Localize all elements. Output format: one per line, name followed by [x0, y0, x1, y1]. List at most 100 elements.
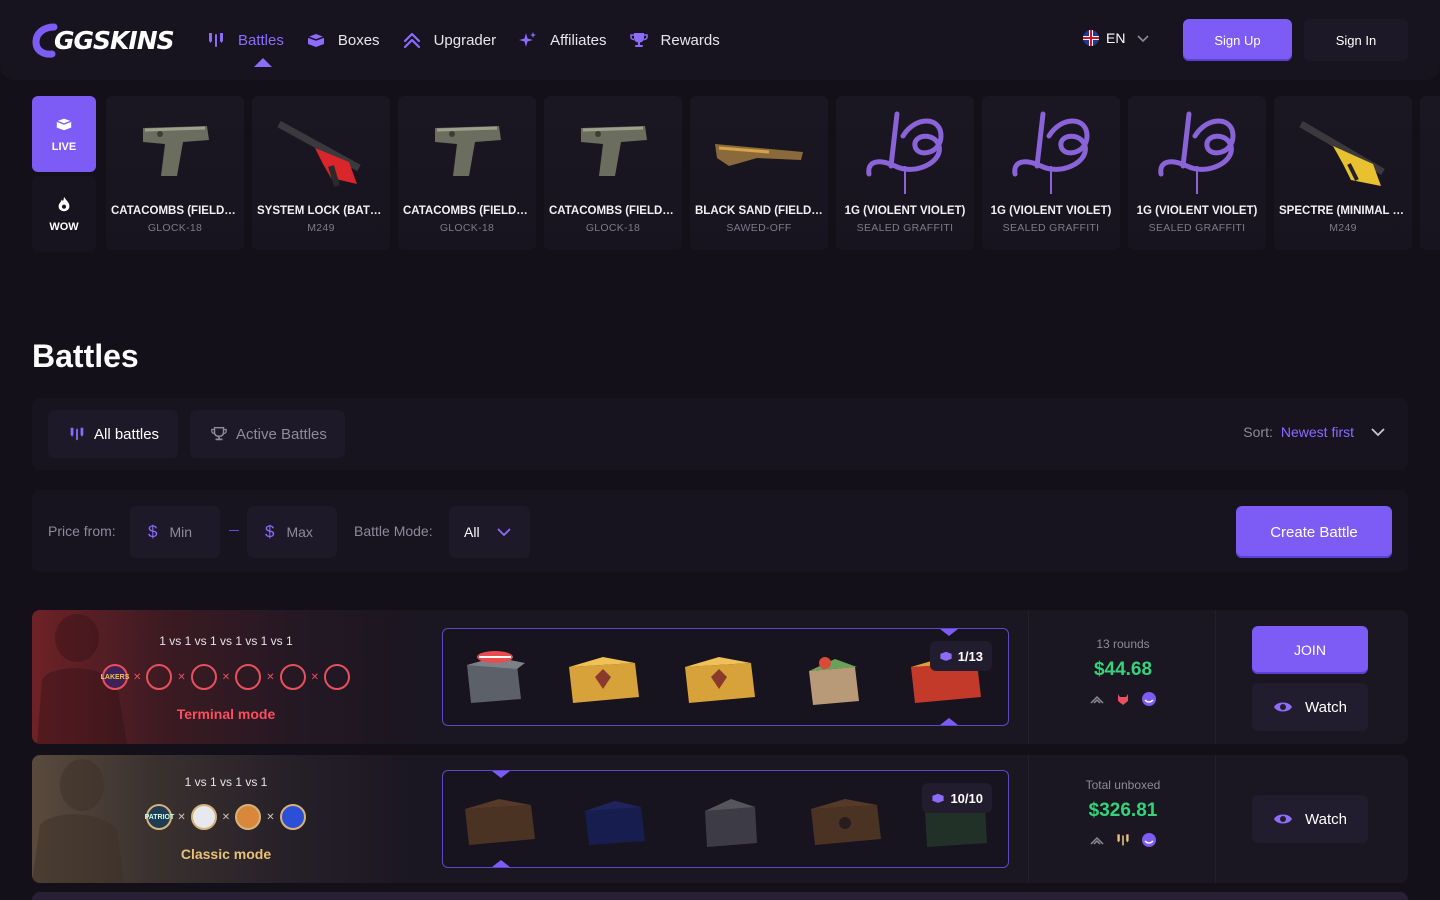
tab-all-battles-label: All battles	[94, 425, 160, 443]
live-drop-card[interactable]: SYSTEM LOCK (BATTLE-SCARRED) M249	[252, 96, 390, 250]
drop-item-type: M249	[307, 222, 335, 234]
empty-player-slot[interactable]	[190, 664, 217, 690]
drop-item-type: GLOCK-18	[585, 222, 641, 234]
eye-icon	[1274, 814, 1293, 824]
site-logo[interactable]: GGSKINS	[32, 20, 175, 60]
rewards-icon	[629, 33, 648, 47]
drop-item-image	[277, 120, 361, 187]
tab-active-battles[interactable]: Active Battles	[190, 410, 345, 458]
drop-item-type: SEALED GRAFFITI	[1002, 222, 1100, 234]
drop-item-image	[715, 144, 803, 166]
watch-battle-button[interactable]: Watch	[1252, 795, 1368, 843]
battles-icon	[209, 33, 223, 47]
chevron-down-icon	[1371, 428, 1385, 437]
tab-all-battles[interactable]: All battles	[48, 410, 178, 458]
nav-rewards[interactable]: Rewards	[629, 26, 720, 54]
boxes-icon	[932, 793, 945, 803]
drop-item-type: SEALED GRAFFITI	[856, 222, 954, 234]
current-round-marker-bottom	[492, 860, 510, 867]
battle-cases[interactable]: 1/13	[442, 628, 1009, 726]
player-slots: PATRIOT ✕ ✕ ✕	[32, 804, 420, 830]
battle-cases[interactable]: 10/10	[442, 770, 1009, 868]
sign-up-button[interactable]: Sign Up	[1183, 19, 1292, 61]
case-image	[685, 657, 755, 703]
battle-modifiers	[1030, 691, 1216, 707]
logo-mark-icon	[32, 23, 58, 58]
battle-mode-panel: 1 vs 1 vs 1 vs 1 vs 1 vs 1 LAKERS ✕ ✕ ✕ ✕…	[32, 610, 422, 744]
battle-mode-value: All	[464, 524, 480, 540]
nav-battles[interactable]: Battles	[206, 26, 284, 67]
dollar-icon: $	[265, 522, 275, 541]
watch-label: Watch	[1305, 698, 1347, 716]
drop-item-image	[1299, 120, 1385, 186]
drop-item-type: SAWED-OFF	[726, 222, 792, 234]
live-feed-tabs: LIVE WOW	[32, 96, 96, 252]
wow-tab[interactable]: WOW	[32, 176, 96, 252]
versus-x-icon: ✕	[310, 671, 319, 683]
create-battle-button[interactable]: Create Battle	[1236, 506, 1392, 558]
divider	[1028, 755, 1029, 883]
language-selector[interactable]: EN	[1083, 30, 1150, 46]
round-counter-text: 10/10	[950, 790, 983, 806]
divider	[1028, 610, 1029, 744]
live-tab[interactable]: LIVE	[32, 96, 96, 172]
empty-player-slot[interactable]	[279, 664, 306, 690]
versus-x-icon: ✕	[266, 671, 275, 683]
crazy-face-icon	[1142, 833, 1156, 847]
sign-in-button[interactable]: Sign In	[1304, 19, 1408, 61]
nav-rewards-label: Rewards	[660, 31, 720, 49]
live-drop-card[interactable]: 1G (VIOLENT VIOLET) SEALED GRAFFITI	[836, 96, 974, 250]
price-min-input[interactable]: $ Min	[130, 506, 220, 558]
player-avatar[interactable]	[190, 804, 217, 830]
battle-mode-name: Terminal mode	[176, 706, 276, 722]
player-avatar[interactable]: PATRIOT	[145, 804, 174, 830]
tab-active-battles-label: Active Battles	[236, 425, 327, 443]
live-drop-card[interactable]: CATACOMBS (FIELD-TESTED) GLOCK-18	[544, 96, 682, 250]
battle-row[interactable]	[32, 892, 1408, 900]
nav-upgrader[interactable]: Upgrader	[402, 26, 497, 54]
live-drop-card[interactable]: O	[1420, 96, 1440, 250]
player-avatar[interactable]: LAKERS	[101, 664, 129, 690]
versus-x-icon: ✕	[177, 811, 186, 823]
main-nav: Battles Boxes Upgrader Affiliates Reward…	[206, 26, 742, 67]
watch-label: Watch	[1305, 810, 1347, 828]
nav-boxes[interactable]: Boxes	[306, 26, 380, 54]
player-slots: LAKERS ✕ ✕ ✕ ✕ ✕	[32, 664, 420, 690]
empty-player-slot[interactable]	[146, 664, 173, 690]
top-header: GGSKINS Battles Boxes Upgrader Affiliate…	[0, 0, 1440, 80]
live-drop-card[interactable]: 1G (VIOLENT VIOLET) SEALED GRAFFITI	[1128, 96, 1266, 250]
drop-item-name: O	[1425, 205, 1440, 217]
drop-item-name: 1G (VIOLENT VIOLET)	[990, 205, 1112, 217]
empty-player-slot[interactable]	[235, 664, 262, 690]
player-avatar[interactable]	[235, 804, 262, 830]
case-image	[705, 799, 757, 847]
live-drop-card[interactable]: 1G (VIOLENT VIOLET) SEALED GRAFFITI	[982, 96, 1120, 250]
player-avatar[interactable]	[279, 804, 306, 830]
case-image	[569, 657, 639, 703]
live-drop-card[interactable]: CATACOMBS (FIELD-TESTED) GLOCK-18	[106, 96, 244, 250]
versus-x-icon: ✕	[133, 671, 142, 683]
drop-item-type: SEALED GRAFFITI	[1148, 222, 1246, 234]
battle-row[interactable]: 1 vs 1 vs 1 vs 1 PATRIOT ✕ ✕ ✕ Classic mo…	[32, 755, 1408, 883]
boxes-icon	[940, 651, 952, 661]
watch-battle-button[interactable]: Watch	[1252, 683, 1368, 731]
drop-item-type: GLOCK-18	[147, 222, 203, 234]
battle-mode-select[interactable]: All	[449, 506, 530, 558]
sort-dropdown[interactable]: Sort: Newest first	[1243, 424, 1386, 440]
nav-upgrader-label: Upgrader	[433, 31, 497, 49]
live-drop-card[interactable]: CATACOMBS (FIELD-TESTED) GLOCK-18	[398, 96, 536, 250]
drop-item-image	[1158, 111, 1236, 194]
live-drop-card[interactable]: SPECTRE (MINIMAL WEAR) M249	[1274, 96, 1412, 250]
sort-label: Sort:	[1243, 424, 1273, 440]
total-unboxed-label: Total unboxed	[1085, 778, 1161, 792]
battle-row[interactable]: 1 vs 1 vs 1 vs 1 vs 1 vs 1 LAKERS ✕ ✕ ✕ ✕…	[32, 610, 1408, 744]
live-drop-card[interactable]: BLACK SAND (FIELD-TESTED) SAWED-OFF	[690, 96, 828, 250]
join-battle-button[interactable]: JOIN	[1252, 626, 1368, 674]
empty-player-slot[interactable]	[323, 664, 350, 690]
drop-item-name: SPECTRE (MINIMAL WEAR)	[1279, 205, 1407, 217]
fire-icon	[58, 196, 70, 212]
rounds-label: 13 rounds	[1096, 637, 1150, 651]
price-max-input[interactable]: $ Max	[247, 506, 337, 558]
drop-item-image	[143, 126, 209, 176]
nav-affiliates[interactable]: Affiliates	[518, 26, 607, 54]
